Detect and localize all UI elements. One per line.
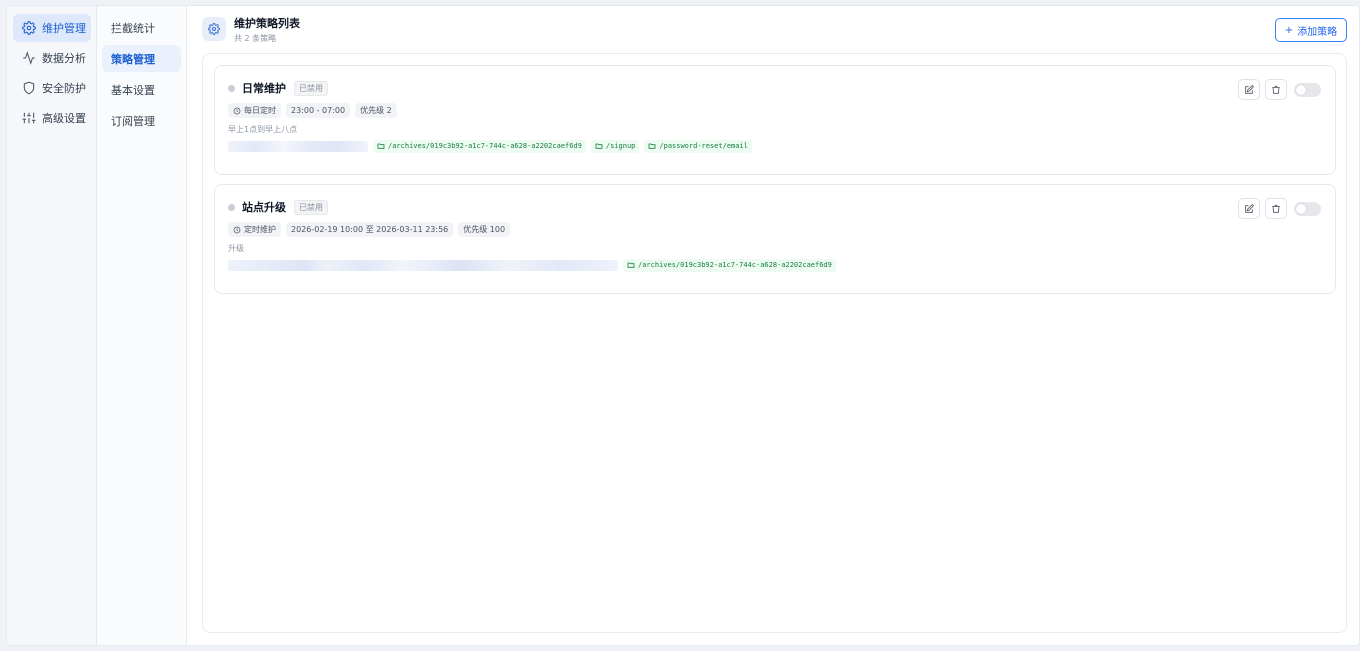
policy-list-panel: 日常维护 已禁用 每日定时 23:00 - 07:00 优先级 2 早上1点到早… bbox=[202, 53, 1347, 633]
trash-icon bbox=[1272, 204, 1280, 213]
priority-chip: 优先级 100 bbox=[458, 222, 511, 237]
sliders-icon bbox=[22, 112, 36, 124]
policy-name: 站点升级 bbox=[242, 201, 286, 214]
sidebar-item-maintenance[interactable]: 维护管理 bbox=[13, 14, 91, 42]
page-subtitle: 共 2 条策略 bbox=[234, 33, 277, 43]
delete-button[interactable] bbox=[1265, 79, 1287, 100]
enable-toggle[interactable] bbox=[1294, 82, 1321, 97]
sidebar-item-label: 数据分析 bbox=[42, 52, 86, 65]
redacted-path bbox=[228, 140, 368, 152]
folder-icon bbox=[595, 143, 603, 149]
policy-meta: 定时维护 2026-02-19 10:00 至 2026-03-11 23:56… bbox=[228, 222, 1322, 237]
path-tag: /archives/019c3b92-a1c7-744c-a628-a2202c… bbox=[373, 139, 586, 153]
policy-name: 日常维护 bbox=[242, 82, 286, 95]
sidebar-item-label: 高级设置 bbox=[42, 112, 86, 125]
path-text: /signup bbox=[605, 142, 636, 150]
edit-icon bbox=[1245, 203, 1254, 213]
policy-card-header: 站点升级 已禁用 bbox=[228, 197, 1322, 217]
plus-icon: + bbox=[1284, 24, 1294, 36]
enable-toggle[interactable] bbox=[1294, 201, 1321, 216]
policy-card: 站点升级 已禁用 定时维护 2026-02-19 10:00 至 2026-03… bbox=[214, 184, 1336, 294]
primary-sidebar: 维护管理 数据分析 安全防护 高级设置 bbox=[7, 6, 97, 645]
sidebar-item-advanced[interactable]: 高级设置 bbox=[13, 104, 91, 132]
priority-chip: 优先级 2 bbox=[355, 103, 397, 118]
secondary-sidebar: 拦截统计 策略管理 基本设置 订阅管理 bbox=[97, 6, 187, 645]
path-text: /archives/019c3b92-a1c7-744c-a628-a2202c… bbox=[638, 261, 832, 269]
schedule-type: 定时维护 bbox=[244, 225, 276, 234]
subnav-item-policy-management[interactable]: 策略管理 bbox=[102, 45, 181, 72]
path-tag: /password-reset/email bbox=[644, 139, 752, 153]
header-text: 维护策略列表 共 2 条策略 bbox=[234, 15, 300, 44]
sidebar-item-label: 维护管理 bbox=[42, 22, 86, 35]
time-range-chip: 23:00 - 07:00 bbox=[286, 103, 351, 118]
edit-button[interactable] bbox=[1238, 79, 1260, 100]
subnav-item-basic-settings[interactable]: 基本设置 bbox=[102, 76, 181, 103]
sidebar-item-label: 安全防护 bbox=[42, 82, 86, 95]
policy-actions bbox=[1238, 198, 1321, 219]
schedule-type: 每日定时 bbox=[244, 106, 276, 115]
app-window: 维护管理 数据分析 安全防护 高级设置 拦截统计 策略管理 基本设置 订阅管理 … bbox=[6, 5, 1360, 646]
subnav-item-subscription[interactable]: 订阅管理 bbox=[102, 107, 181, 134]
folder-icon bbox=[648, 143, 656, 149]
folder-icon bbox=[377, 143, 385, 149]
policy-card: 日常维护 已禁用 每日定时 23:00 - 07:00 优先级 2 早上1点到早… bbox=[214, 65, 1336, 175]
main-content: 维护策略列表 共 2 条策略 + 添加策略 日常维护 已禁用 每日定时 23:0… bbox=[187, 6, 1359, 645]
clock-icon bbox=[233, 107, 241, 114]
time-range-chip: 2026-02-19 10:00 至 2026-03-11 23:56 bbox=[286, 222, 454, 237]
policy-description: 早上1点到早上八点 bbox=[228, 125, 298, 134]
policy-actions bbox=[1238, 79, 1321, 100]
status-badge: 已禁用 bbox=[294, 199, 328, 215]
path-tag: /signup bbox=[590, 139, 640, 153]
path-list: /archives/019c3b92-a1c7-744c-a628-a2202c… bbox=[228, 258, 1322, 272]
subnav-item-block-stats[interactable]: 拦截统计 bbox=[102, 14, 181, 41]
shield-icon bbox=[23, 81, 35, 95]
status-dot bbox=[228, 84, 235, 92]
status-dot bbox=[228, 203, 235, 211]
path-tag: /archives/019c3b92-a1c7-744c-a628-a2202c… bbox=[623, 258, 836, 272]
edit-icon bbox=[1245, 84, 1254, 94]
policy-meta: 每日定时 23:00 - 07:00 优先级 2 bbox=[228, 103, 1322, 118]
page-header: 维护策略列表 共 2 条策略 + 添加策略 bbox=[202, 6, 1347, 52]
path-text: /password-reset/email bbox=[659, 142, 748, 150]
folder-icon bbox=[627, 262, 635, 268]
policy-description: 升级 bbox=[228, 244, 244, 253]
sidebar-item-analytics[interactable]: 数据分析 bbox=[13, 44, 91, 72]
add-policy-label: 添加策略 bbox=[1297, 26, 1338, 38]
path-text: /archives/019c3b92-a1c7-744c-a628-a2202c… bbox=[388, 142, 582, 150]
clock-icon bbox=[233, 226, 241, 233]
delete-button[interactable] bbox=[1265, 198, 1287, 219]
sidebar-item-security[interactable]: 安全防护 bbox=[13, 74, 91, 102]
page-title: 维护策略列表 bbox=[234, 16, 300, 30]
redacted-path bbox=[228, 259, 618, 271]
policy-card-header: 日常维护 已禁用 bbox=[228, 78, 1322, 98]
trash-icon bbox=[1272, 85, 1280, 94]
add-policy-button[interactable]: + 添加策略 bbox=[1275, 18, 1347, 42]
header-gear-icon bbox=[202, 17, 226, 41]
schedule-chip: 每日定时 bbox=[228, 103, 281, 118]
gear-icon bbox=[22, 21, 36, 35]
status-badge: 已禁用 bbox=[294, 80, 328, 96]
schedule-chip: 定时维护 bbox=[228, 222, 281, 237]
path-list: /archives/019c3b92-a1c7-744c-a628-a2202c… bbox=[228, 139, 1322, 153]
activity-icon bbox=[23, 51, 35, 65]
edit-button[interactable] bbox=[1238, 198, 1260, 219]
